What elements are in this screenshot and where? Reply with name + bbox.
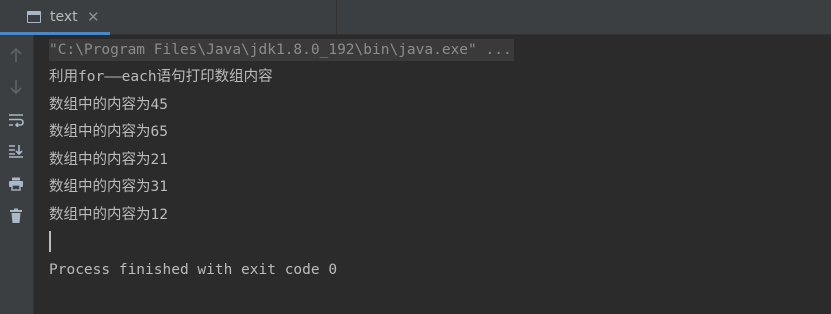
- run-tab-bar: text ✕: [0, 0, 831, 35]
- output-line: 数组中的内容为12: [49, 207, 168, 223]
- scroll-to-end-icon[interactable]: [5, 140, 27, 162]
- output-line: 利用for——each语句打印数组内容: [49, 69, 273, 85]
- soft-wrap-icon[interactable]: [5, 109, 27, 131]
- command-line: "C:\Program Files\Java\jdk1.8.0_192\bin\…: [49, 39, 514, 61]
- output-line: 数组中的内容为21: [49, 152, 168, 168]
- tab-text[interactable]: text ✕: [0, 0, 110, 35]
- tab-label: text: [50, 9, 78, 25]
- text-cursor: [49, 231, 51, 252]
- tab-divider: [336, 0, 337, 35]
- output-line: 数组中的内容为65: [49, 124, 168, 140]
- console-toolbar: [0, 35, 34, 314]
- up-arrow-icon[interactable]: [5, 44, 27, 66]
- trash-icon[interactable]: [5, 205, 27, 227]
- down-arrow-icon[interactable]: [5, 76, 27, 98]
- print-icon[interactable]: [5, 173, 27, 195]
- console-output[interactable]: "C:\Program Files\Java\jdk1.8.0_192\bin\…: [35, 35, 831, 314]
- exit-message: Process finished with exit code 0: [49, 262, 338, 278]
- output-line: 数组中的内容为31: [49, 179, 168, 195]
- close-icon[interactable]: ✕: [87, 8, 100, 26]
- output-line: 数组中的内容为45: [49, 97, 168, 113]
- console-window-icon: [27, 11, 41, 23]
